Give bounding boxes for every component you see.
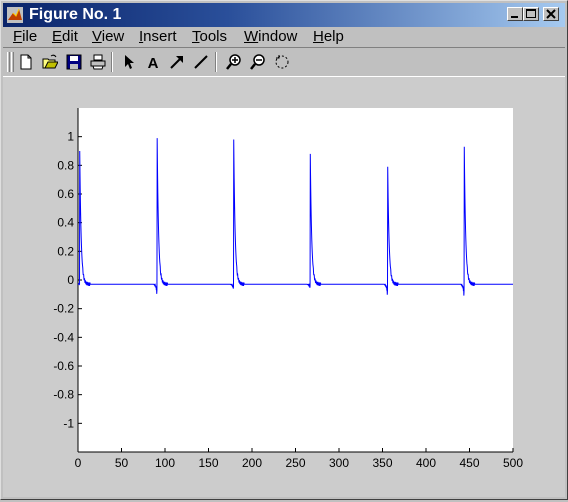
close-button[interactable] (543, 7, 559, 21)
y-tick-label: 0.2 (57, 244, 74, 258)
figure-canvas[interactable]: 0 50 100 150 200 250 300 350 400 450 500 -1 -0.8 -0.6… (3, 77, 565, 497)
x-tick-label: 400 (416, 456, 436, 470)
x-tick-label: 350 (372, 456, 392, 470)
menu-window[interactable]: Window (244, 28, 297, 46)
open-file-button[interactable] (39, 51, 61, 73)
x-tick-label: 250 (285, 456, 305, 470)
y-tick-label: 0.8 (57, 158, 74, 172)
axes-background (78, 108, 513, 452)
rotate-3d-button[interactable] (271, 51, 293, 73)
x-tick-label: 450 (459, 456, 479, 470)
minimize-icon (511, 16, 518, 18)
select-arrow-icon (125, 55, 134, 69)
menu-tools[interactable]: Tools (192, 28, 227, 46)
x-tick-label: 500 (503, 456, 523, 470)
menu-view[interactable]: View (92, 28, 124, 46)
x-tick-label: 100 (155, 456, 175, 470)
zoom-out-icon (250, 54, 265, 70)
maximize-button[interactable] (523, 7, 539, 21)
zoom-in-button[interactable] (223, 51, 245, 73)
y-tick-label: 0.6 (57, 187, 74, 201)
x-tick-label: 50 (115, 456, 129, 470)
figure-window: Figure No. 1 File Edit View Insert Tools… (0, 0, 568, 500)
save-icon (66, 54, 82, 70)
print-icon (90, 54, 106, 70)
matlab-logo-icon (7, 7, 23, 23)
new-figure-button[interactable] (15, 51, 37, 73)
maximize-icon (526, 9, 536, 18)
print-button[interactable] (87, 51, 109, 73)
svg-text:A: A (148, 55, 159, 70)
zoom-in-icon (226, 54, 241, 70)
y-tick-label: 0 (67, 273, 74, 287)
menu-file[interactable]: File (13, 28, 37, 46)
select-arrow-button[interactable] (118, 51, 140, 73)
x-tick-label: 300 (329, 456, 349, 470)
y-tick-label: 0.4 (57, 216, 74, 230)
insert-line-icon (194, 55, 208, 69)
window-title: Figure No. 1 (29, 6, 122, 23)
minimize-button[interactable] (507, 7, 523, 21)
open-file-icon (42, 54, 58, 69)
menu-help[interactable]: Help (313, 28, 344, 46)
new-figure-icon (20, 54, 32, 70)
title-bar[interactable]: Figure No. 1 (3, 3, 565, 27)
menu-bar: File Edit View Insert Tools Window Help (3, 27, 565, 47)
insert-arrow-icon (170, 56, 183, 69)
toolbar-separator (215, 52, 217, 72)
y-tick-label: 1 (67, 130, 74, 144)
y-tick-label: -0.6 (53, 359, 74, 373)
y-tick-label: -0.2 (53, 302, 74, 316)
rotate-3d-icon (275, 55, 289, 69)
x-tick-label: 200 (242, 456, 262, 470)
menu-insert[interactable]: Insert (139, 28, 177, 46)
y-tick-label: -0.4 (53, 330, 74, 344)
line-plot[interactable]: 0 50 100 150 200 250 300 350 400 450 500 -1 -0.8 -0.6… (3, 77, 565, 497)
toolbar: A (3, 47, 565, 77)
insert-arrow-button[interactable] (166, 51, 188, 73)
menu-edit[interactable]: Edit (52, 28, 78, 46)
x-tick-label: 150 (198, 456, 218, 470)
y-tick-label: -1 (63, 416, 74, 430)
y-tick-label: -0.8 (53, 388, 74, 402)
toolbar-grip-2[interactable] (11, 52, 14, 72)
zoom-out-button[interactable] (247, 51, 269, 73)
insert-text-icon: A (148, 55, 159, 70)
insert-text-button[interactable]: A (142, 51, 164, 73)
close-icon (546, 9, 556, 19)
insert-line-button[interactable] (190, 51, 212, 73)
x-tick-label: 0 (75, 456, 82, 470)
save-button[interactable] (63, 51, 85, 73)
toolbar-separator (111, 52, 113, 72)
toolbar-grip[interactable] (7, 52, 10, 72)
